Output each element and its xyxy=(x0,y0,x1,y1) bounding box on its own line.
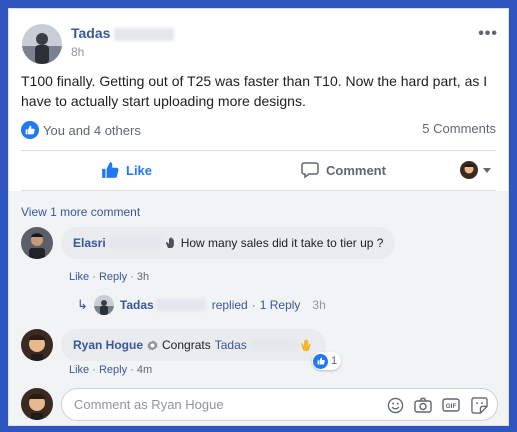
comment-like-link[interactable]: Like xyxy=(69,364,89,376)
comment-author[interactable]: Elasri xyxy=(73,235,106,251)
author-avatar[interactable] xyxy=(22,24,62,64)
like-reaction-icon xyxy=(313,353,328,369)
post-card: Tadas 8h ••• T100 finally. Getting out o… xyxy=(8,8,509,426)
comment-text: How many sales did it take to tier up ? xyxy=(180,236,384,250)
comments-section: View 1 more comment Elasri How many sale… xyxy=(9,191,508,425)
comment-mention[interactable]: Tadas xyxy=(215,337,247,353)
gif-icon[interactable]: GIF xyxy=(441,395,461,415)
redacted-surname xyxy=(114,27,175,41)
comment-actions: Like · Reply · 3h xyxy=(69,271,150,283)
redacted-surname xyxy=(155,299,206,311)
reply-count: 1 Reply xyxy=(259,298,301,312)
reply-arrow-icon: ↳ xyxy=(77,297,88,312)
comment-composer-input[interactable]: Comment as Ryan Hogue GIF xyxy=(61,388,498,421)
verified-badge-icon xyxy=(147,339,158,351)
camera-icon[interactable] xyxy=(413,395,433,415)
comment-time[interactable]: 4m xyxy=(137,364,152,376)
wave-hand-icon xyxy=(165,237,174,248)
reply-replied-label: replied xyxy=(211,298,248,312)
commenter-avatar[interactable] xyxy=(21,329,53,361)
comment-author[interactable]: Ryan Hogue xyxy=(73,337,143,353)
composer-placeholder: Comment as Ryan Hogue xyxy=(74,397,224,412)
reply-author-name: Tadas xyxy=(119,298,154,312)
composer-tools: GIF xyxy=(377,395,489,415)
redacted-surname xyxy=(250,339,297,351)
reply-author-avatar xyxy=(93,295,114,315)
reaction-identity-selector[interactable] xyxy=(460,161,491,179)
comment-bubble: Elasri How many sales did it take to tie… xyxy=(61,227,396,259)
comment-reaction-pill[interactable]: 1 xyxy=(312,352,342,370)
thumbs-up-icon xyxy=(102,162,119,178)
like-button-label: Like xyxy=(126,162,153,178)
comment-bubble: Ryan Hogue Congrats Tadas xyxy=(61,329,326,361)
composer-avatar xyxy=(21,388,53,420)
comments-count-link[interactable]: 5 Comments xyxy=(422,121,496,136)
replies-summary[interactable]: ↳ Tadas replied · 1 Reply 3h xyxy=(77,295,326,315)
more-options-icon[interactable]: ••• xyxy=(478,25,498,43)
emoji-icon[interactable] xyxy=(385,395,405,415)
sticker-icon[interactable] xyxy=(469,395,489,415)
comment-button-label: Comment xyxy=(326,162,386,178)
comment-time[interactable]: 3h xyxy=(137,271,149,283)
comment-icon xyxy=(301,162,319,179)
post-header-area: Tadas 8h ••• T100 finally. Getting out o… xyxy=(9,9,508,199)
comment-like-link[interactable]: Like xyxy=(69,271,89,283)
action-bar: Like Comment xyxy=(9,151,508,189)
reactions-text: You and 4 others xyxy=(43,122,141,138)
post-timestamp[interactable]: 8h xyxy=(71,45,84,59)
reactions-summary[interactable]: You and 4 others xyxy=(21,121,141,139)
like-button[interactable]: Like xyxy=(101,151,152,189)
redacted-surname xyxy=(109,237,162,249)
reply-time: 3h xyxy=(312,298,326,312)
chevron-down-icon xyxy=(483,167,491,173)
comment-reaction-count: 1 xyxy=(331,355,338,367)
current-user-mini-avatar xyxy=(460,161,478,179)
comment-reply-link[interactable]: Reply xyxy=(99,364,127,376)
post-body-text: T100 finally. Getting out of T25 was fas… xyxy=(21,73,488,109)
like-reaction-icon xyxy=(21,121,39,139)
author-name[interactable]: Tadas xyxy=(71,25,175,41)
comment-actions: Like · Reply · 4m xyxy=(69,364,153,376)
author-name-text[interactable]: Tadas xyxy=(71,25,110,41)
comment-button[interactable]: Comment xyxy=(301,151,386,189)
view-more-comments-link[interactable]: View 1 more comment xyxy=(21,205,140,219)
comment-reply-link[interactable]: Reply xyxy=(99,271,127,283)
commenter-avatar[interactable] xyxy=(21,227,53,259)
svg-text:GIF: GIF xyxy=(446,403,457,410)
comment-text: Congrats xyxy=(162,338,211,352)
clapping-hands-icon xyxy=(300,339,311,352)
